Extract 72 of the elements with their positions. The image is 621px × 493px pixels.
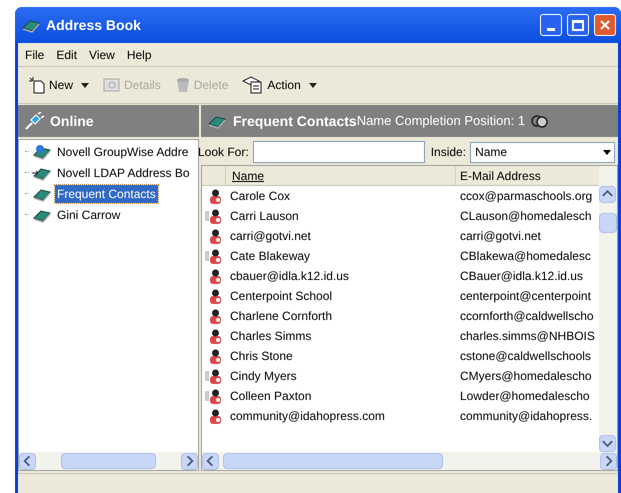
contact-email: centerpoint@centerpoint: [459, 288, 591, 305]
horizontal-scrollbar[interactable]: [202, 452, 617, 470]
scroll-down-button[interactable]: [599, 435, 616, 452]
panel-title: Frequent Contacts: [233, 112, 357, 131]
contact-email: cstone@caldwellschools: [459, 348, 591, 365]
contact-email: CBlakewa@homedalesc: [459, 248, 591, 265]
contact-name[interactable]: Chris Stone: [226, 347, 456, 365]
scroll-right-button[interactable]: [600, 452, 617, 470]
contact-name[interactable]: Cindy Myers: [226, 367, 456, 385]
vertical-scrollbar[interactable]: [599, 166, 617, 452]
contact-email: CBauer@idla.k12.id.us: [459, 268, 583, 285]
contact-name[interactable]: Colleen Paxton: [226, 387, 456, 405]
contact-email: ccornforth@caldwellscho: [459, 308, 594, 325]
scrollbar-thumb[interactable]: [61, 453, 156, 469]
rings-icon: [531, 114, 550, 128]
tree-item[interactable]: Novell LDAP Address Bo: [55, 164, 192, 182]
toolbar-button[interactable]: New: [28, 76, 74, 94]
inside-dropdown[interactable]: Name: [470, 142, 615, 162]
contact-name[interactable]: Carole Cox: [226, 187, 456, 205]
contact-email: CMyers@homedalescho: [459, 368, 592, 385]
plug-icon: [24, 112, 44, 130]
close-button[interactable]: [594, 14, 616, 36]
contact-email: carri@gotvi.net: [459, 228, 541, 245]
scrollbar-thumb[interactable]: [223, 453, 443, 469]
horizontal-scrollbar[interactable]: [19, 452, 198, 470]
new-document-icon: [28, 76, 46, 94]
panel-title: Online: [50, 112, 94, 130]
menu-item[interactable]: Help: [122, 46, 157, 64]
dropdown-arrow-icon: [603, 150, 611, 154]
tree-item[interactable]: Frequent Contacts: [55, 184, 158, 202]
contact-email: charles.simms@NHBOIS: [459, 328, 595, 345]
toolbar-button[interactable]: Action: [242, 76, 301, 94]
column-header[interactable]: Name: [226, 166, 456, 185]
scroll-up-button[interactable]: [599, 186, 616, 203]
name-completion-position: Name Completion Position: 1: [356, 112, 526, 130]
scroll-left-button[interactable]: [202, 452, 219, 470]
tree-item[interactable]: Novell GroupWise Addre: [55, 142, 190, 160]
contact-name[interactable]: Centerpoint School: [226, 287, 456, 305]
scrollbar-thumb[interactable]: [599, 213, 617, 233]
contact-email: ccox@parmaschools.org: [459, 188, 592, 205]
look-for-label: Look For:: [198, 144, 249, 161]
linked-person-icon: [205, 368, 223, 384]
linked-person-icon: [205, 208, 223, 224]
linked-person-icon: [205, 388, 223, 404]
tree-item[interactable]: Gini Carrow: [55, 206, 122, 224]
minimize-button[interactable]: [540, 14, 562, 36]
contact-name[interactable]: Charles Simms: [226, 327, 456, 345]
menu-item[interactable]: File: [20, 46, 50, 64]
contact-name[interactable]: community@idahopress.com: [226, 407, 456, 425]
menu-item[interactable]: Edit: [51, 46, 82, 64]
close-icon: [599, 19, 611, 31]
contact-email: community@idahopress.: [459, 408, 592, 425]
contact-email: Lowder@homedalescho: [459, 388, 590, 405]
contact-name[interactable]: Cate Blakeway: [226, 247, 456, 265]
action-icon: [242, 76, 264, 94]
details-icon: [103, 77, 122, 93]
globe-book-icon: [32, 144, 52, 160]
linked-person-icon: [205, 248, 223, 264]
contact-email: CLauson@homedalesch: [459, 208, 592, 225]
inside-label: Inside:: [430, 144, 466, 161]
contact-name[interactable]: Charlene Cornforth: [226, 307, 456, 325]
look-for-field[interactable]: [252, 141, 425, 163]
menu-item[interactable]: View: [84, 46, 120, 64]
window-title: Address Book: [46, 16, 142, 34]
column-header[interactable]: E-Mail Address: [456, 166, 599, 185]
contact-name[interactable]: Carri Lauson: [226, 207, 456, 225]
maximize-button[interactable]: [567, 14, 589, 36]
contact-name[interactable]: carri@gotvi.net: [226, 227, 456, 245]
trash-icon: [174, 76, 191, 94]
scroll-right-button[interactable]: [181, 452, 198, 470]
contact-name[interactable]: cbauer@idla.k12.id.us: [226, 267, 456, 285]
scroll-left-button[interactable]: [19, 452, 36, 470]
